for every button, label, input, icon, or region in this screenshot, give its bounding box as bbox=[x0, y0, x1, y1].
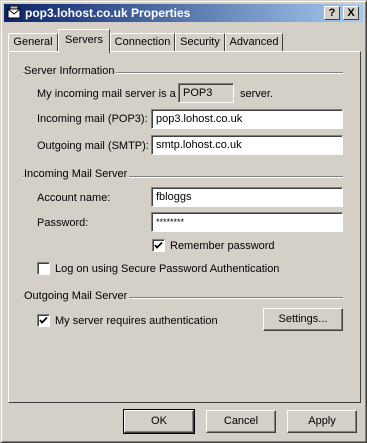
checkmark-icon bbox=[154, 241, 163, 249]
password-input[interactable]: ******** bbox=[151, 212, 343, 232]
checkmark-icon bbox=[39, 316, 48, 324]
properties-dialog: pop3.lohost.co.uk Properties ? X General… bbox=[0, 0, 367, 443]
remember-password-label[interactable]: Remember password bbox=[170, 240, 275, 252]
title-bar: pop3.lohost.co.uk Properties ? X bbox=[4, 4, 363, 22]
account-name-label: Account name: bbox=[37, 192, 111, 204]
incoming-server-type-field: POP3 bbox=[178, 83, 234, 103]
tab-connection[interactable]: Connection bbox=[110, 33, 175, 51]
remember-password-checkbox[interactable] bbox=[152, 239, 165, 252]
incoming-mail-label: Incoming mail (POP3): bbox=[37, 113, 148, 125]
incoming-mail-input[interactable]: pop3.lohost.co.uk bbox=[151, 109, 343, 129]
spa-checkbox[interactable] bbox=[37, 262, 50, 275]
incoming-type-prefix: My incoming mail server is a bbox=[37, 88, 176, 100]
requires-auth-checkbox[interactable] bbox=[37, 314, 50, 327]
tab-security[interactable]: Security bbox=[175, 33, 225, 51]
mail-server-icon bbox=[7, 5, 21, 20]
spa-label[interactable]: Log on using Secure Password Authenticat… bbox=[55, 263, 279, 275]
password-label: Password: bbox=[37, 217, 89, 229]
help-button[interactable]: ? bbox=[324, 6, 340, 20]
section-heading-server-info: Server Information bbox=[24, 65, 117, 77]
cancel-button[interactable]: Cancel bbox=[206, 410, 276, 433]
apply-button[interactable]: Apply bbox=[287, 410, 357, 433]
section-heading-incoming: Incoming Mail Server bbox=[24, 168, 130, 180]
section-heading-outgoing: Outgoing Mail Server bbox=[24, 290, 130, 302]
close-button[interactable]: X bbox=[343, 6, 359, 20]
tab-advanced[interactable]: Advanced bbox=[225, 33, 283, 51]
incoming-type-suffix: server. bbox=[240, 88, 274, 100]
requires-auth-label[interactable]: My server requires authentication bbox=[55, 315, 218, 327]
settings-button[interactable]: Settings... bbox=[263, 308, 343, 331]
tab-servers[interactable]: Servers bbox=[58, 29, 110, 53]
outgoing-mail-label: Outgoing mail (SMTP): bbox=[37, 140, 149, 152]
window-title: pop3.lohost.co.uk Properties bbox=[25, 6, 191, 20]
tab-general[interactable]: General bbox=[8, 33, 58, 51]
ok-button[interactable]: OK bbox=[123, 409, 195, 434]
outgoing-mail-input[interactable]: smtp.lohost.co.uk bbox=[151, 135, 343, 155]
account-name-input[interactable]: fbloggs bbox=[151, 187, 343, 207]
